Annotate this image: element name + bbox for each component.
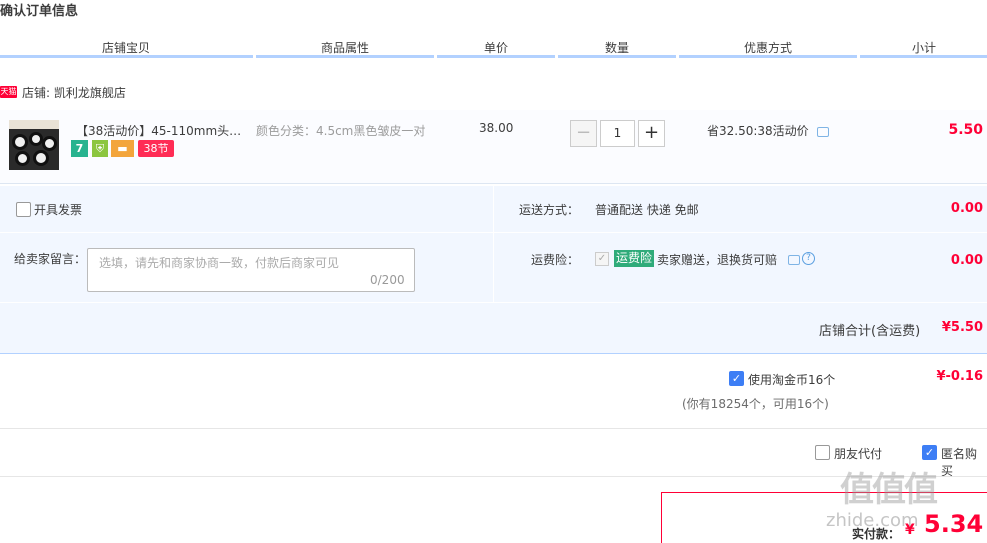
col-subtotal: 小计: [912, 41, 937, 55]
insurance-checkbox: ✓: [595, 252, 609, 266]
watermark: 值值值: [840, 470, 938, 510]
friend-pay-label[interactable]: 朋友代付: [834, 445, 882, 462]
invoice-checkbox[interactable]: [16, 202, 31, 217]
shop-total-label: 店铺合计(含运费): [819, 324, 921, 339]
product-attribute: 颜色分类：4.5cm黑色皱皮一对: [256, 124, 426, 138]
anonymous-checkbox[interactable]: ✓: [922, 445, 937, 460]
quantity-plus-button[interactable]: +: [638, 120, 665, 147]
chat-bubble-icon[interactable]: [817, 127, 829, 137]
insurance-label: 运费险：: [531, 253, 580, 267]
unit-price: 38.00: [479, 121, 514, 135]
seven-day-return-icon[interactable]: 7: [71, 140, 88, 157]
quantity-stepper: − 1 +: [570, 120, 666, 147]
col-promo: 优惠方式: [744, 41, 793, 55]
credit-card-icon[interactable]: ▬: [111, 140, 134, 157]
divider: [0, 302, 987, 303]
header-rule: [437, 55, 555, 58]
chat-bubble-icon[interactable]: [788, 255, 800, 265]
shop-total-value: ¥5.50: [941, 320, 983, 335]
divider: [493, 186, 494, 302]
amount-payable: 5.34: [924, 510, 984, 538]
divider: [0, 428, 987, 429]
coin-balance-note: (你有18254个，可用16个): [682, 397, 829, 411]
header-rule: [860, 55, 987, 58]
column-header: 店铺宝贝 商品属性 单价 数量 优惠方式 小计: [0, 36, 987, 58]
insurance-fee: 0.00: [950, 253, 983, 268]
invoice-label[interactable]: 开具发票: [34, 201, 82, 218]
header-rule: [679, 55, 857, 58]
col-price: 单价: [484, 41, 509, 55]
festival-badge[interactable]: 38节: [138, 140, 174, 157]
shop-name-link[interactable]: 店铺: 凯利龙旗舰店: [22, 84, 126, 101]
quantity-minus-button[interactable]: −: [570, 120, 597, 147]
col-shop-item: 店铺宝贝: [102, 41, 151, 55]
taobao-coin-label[interactable]: 使用淘金币16个: [748, 371, 835, 388]
insurance-text: 卖家赠送，退换货可赔: [657, 253, 778, 267]
promo-text: 省32.50:38活动价: [707, 124, 809, 138]
friend-pay-checkbox[interactable]: [815, 445, 830, 460]
product-thumbnail[interactable]: [9, 120, 59, 170]
coin-discount: ¥-0.16: [936, 369, 983, 384]
amount-payable-label: 实付款：: [852, 527, 901, 541]
shipping-method: 普通配送 快递 免邮: [595, 203, 699, 217]
insurance-tag: 运费险: [614, 250, 655, 267]
anonymous-label[interactable]: 匿名购买: [941, 445, 987, 479]
seller-note-placeholder: 选填，请先和商家协商一致，付款后商家可见: [99, 256, 340, 270]
seller-note-label: 给卖家留言：: [14, 252, 87, 266]
header-rule: [256, 55, 434, 58]
tmall-tag: 天猫: [0, 86, 17, 98]
col-attribute: 商品属性: [321, 41, 370, 55]
currency-symbol: ¥: [905, 522, 915, 538]
header-rule: [558, 55, 676, 58]
item-subtotal: 5.50: [948, 122, 983, 138]
taobao-coin-checkbox[interactable]: ✓: [729, 371, 744, 386]
help-icon[interactable]: ?: [802, 252, 815, 265]
guarantee-icon[interactable]: ⛨: [92, 140, 108, 157]
col-quantity: 数量: [605, 41, 630, 55]
shipping-label: 运送方式：: [519, 203, 580, 217]
divider: [0, 232, 987, 233]
shipping-fee: 0.00: [950, 201, 983, 216]
divider: [0, 476, 987, 477]
char-counter: 0/200: [370, 273, 405, 287]
page-title: 确认订单信息: [0, 4, 79, 19]
product-name-link[interactable]: 【38活动价】45-110mm头戴...: [76, 122, 248, 139]
header-rule: [0, 55, 253, 58]
quantity-input[interactable]: 1: [600, 120, 635, 147]
